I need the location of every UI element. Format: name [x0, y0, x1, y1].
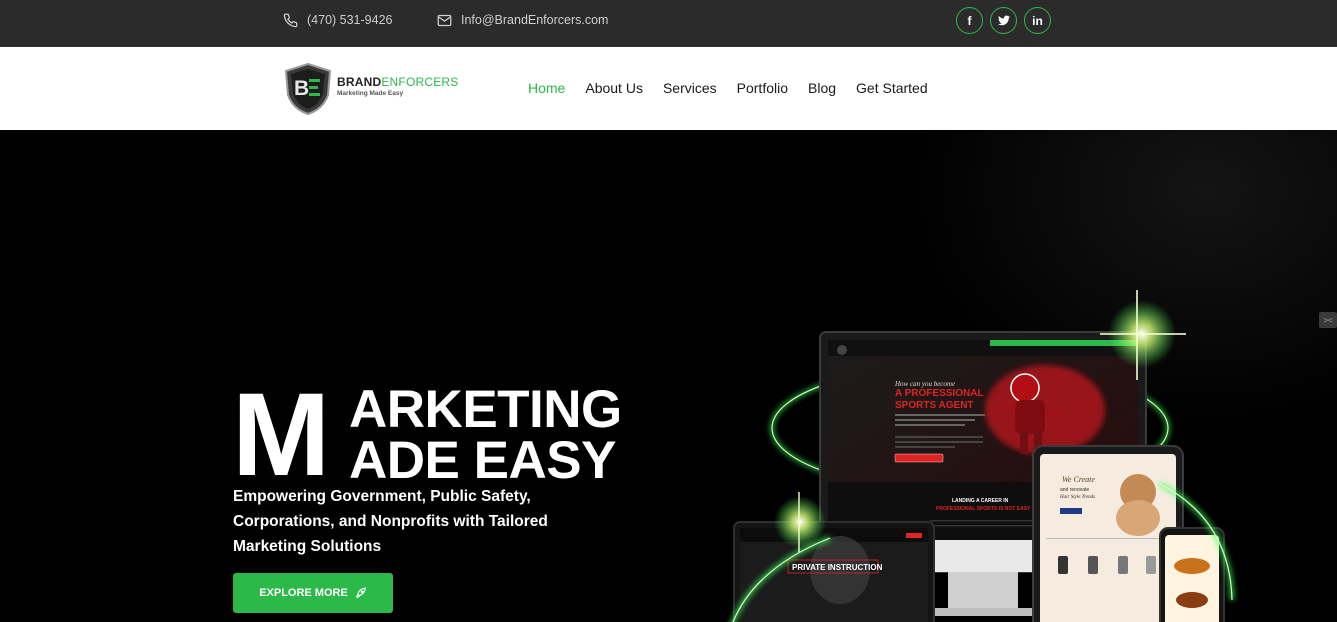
- tablet-title-line2: and renovate: [1060, 487, 1089, 493]
- logo-wordmark: BRANDENFORCERS Marketing Made Easy: [337, 75, 458, 97]
- desktop-footer-line2: PROFESSIONAL SPORTS IS NOT EASY: [936, 506, 1031, 512]
- desktop-monitor-stand: [948, 572, 1018, 612]
- brand-logo[interactable]: B BRANDENFORCERS Marketing Made Easy: [283, 61, 463, 117]
- headline-line-1: ARKETING: [349, 380, 622, 439]
- phone-number: (470) 531-9426: [307, 13, 393, 27]
- nav-blog[interactable]: Blog: [808, 80, 836, 96]
- social-links: f in: [956, 7, 1051, 34]
- site-header: B BRANDENFORCERS Marketing Made Easy Hom…: [0, 47, 1337, 130]
- phone-icon: [283, 13, 298, 27]
- desktop-footer-line1: LANDING A CAREER IN: [952, 498, 1009, 504]
- explore-more-label: EXPLORE MORE: [259, 587, 348, 599]
- twitter-icon[interactable]: [990, 7, 1017, 34]
- phone-contact[interactable]: (470) 531-9426: [283, 0, 392, 40]
- tablet-title-line1: We Create: [1062, 475, 1095, 484]
- nav-about-us[interactable]: About Us: [585, 80, 643, 96]
- explore-more-button[interactable]: EXPLORE MORE: [233, 573, 393, 613]
- desktop-site-logo: [837, 345, 847, 355]
- nav-portfolio[interactable]: Portfolio: [737, 80, 788, 96]
- headline-big-letter: M: [232, 369, 330, 501]
- nav-get-started[interactable]: Get Started: [856, 80, 928, 96]
- email-contact[interactable]: Info@BrandEnforcers.com: [437, 0, 608, 40]
- nav-home[interactable]: Home: [528, 80, 565, 96]
- desktop-headline-2: SPORTS AGENT: [895, 400, 974, 411]
- phone-screen: [1165, 535, 1219, 622]
- email-address: Info@BrandEnforcers.com: [461, 13, 609, 27]
- desktop-cta-mock: [894, 453, 944, 463]
- phone-food-image: [1174, 558, 1210, 574]
- linkedin-icon[interactable]: in: [1024, 7, 1051, 34]
- device-mockups-illustration: How can you become A PROFESSIONAL SPORTS…: [730, 290, 1234, 622]
- desktop-monitor-base: [925, 608, 1041, 616]
- logo-tagline: Marketing Made Easy: [337, 90, 404, 97]
- desktop-headline-1: A PROFESSIONAL: [895, 388, 984, 399]
- facebook-icon[interactable]: f: [956, 7, 983, 34]
- logo-brand-bold: BRAND: [337, 75, 382, 89]
- headline-line-2: ADE EASY: [349, 431, 616, 490]
- logo-brand-light: ENFORCERS: [381, 75, 459, 89]
- top-contact-bar: (470) 531-9426 Info@BrandEnforcers.com f…: [0, 0, 1337, 47]
- mail-icon: [437, 14, 452, 26]
- nav-services[interactable]: Services: [663, 80, 717, 96]
- logo-brand-name: BRANDENFORCERS: [337, 75, 458, 89]
- hero-subtitle: Empowering Government, Public Safety, Co…: [233, 488, 548, 555]
- laptop-title: PRIVATE INSTRUCTION: [792, 563, 883, 572]
- hero-section: >< M ARKETING ADE EASY Empowering Govern…: [0, 130, 1337, 622]
- main-nav: Home About Us Services Portfolio Blog Ge…: [528, 80, 928, 96]
- rocket-icon: [355, 586, 366, 598]
- hero-headline: M ARKETING ADE EASY: [232, 369, 652, 501]
- shield-logo-icon: B: [284, 62, 332, 116]
- side-collapse-button[interactable]: ><: [1319, 312, 1337, 328]
- tablet-title-line3: Hair Style Trends: [1059, 495, 1095, 500]
- player-helmet: [1010, 373, 1040, 403]
- desktop-script-text: How can you become: [894, 380, 955, 388]
- svg-text:B: B: [294, 77, 309, 100]
